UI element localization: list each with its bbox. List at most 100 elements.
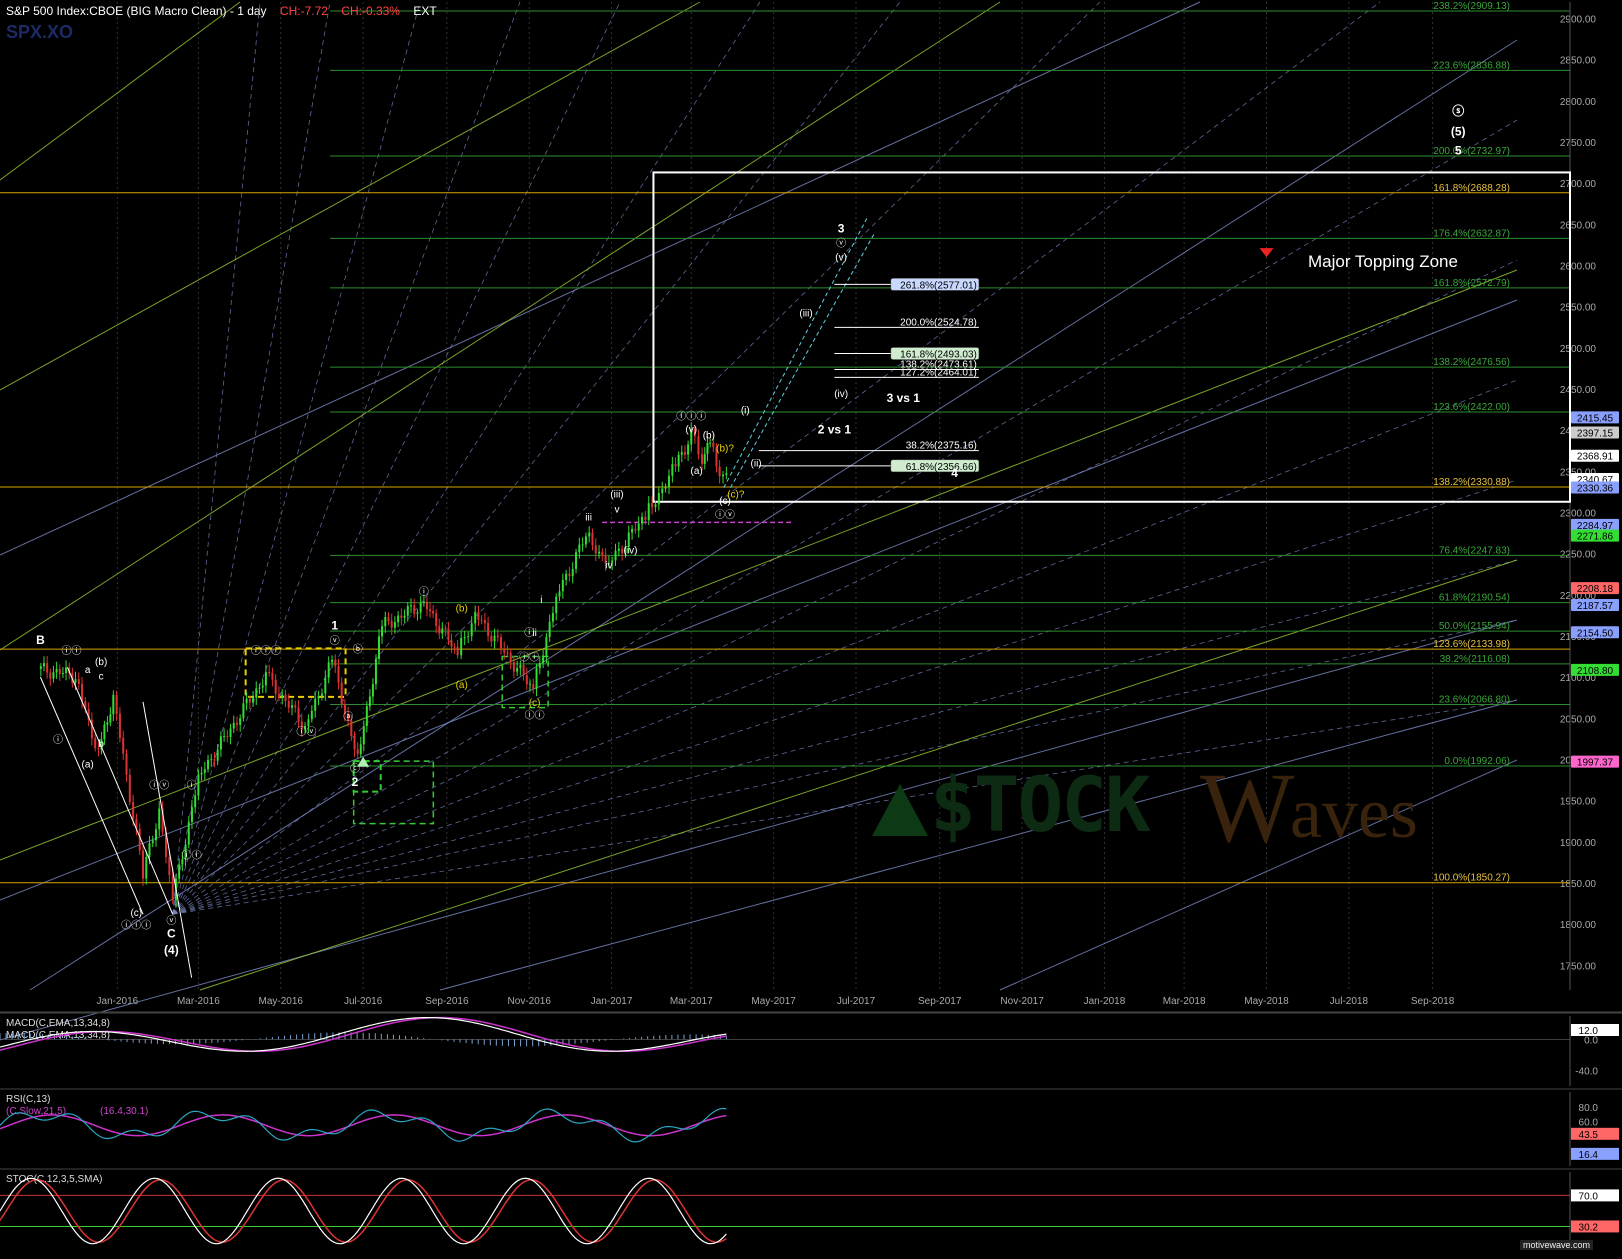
price-candle [496, 635, 499, 638]
price-candle [487, 623, 490, 636]
wave-label: ⓘⓥ [296, 726, 316, 738]
price-candle [400, 615, 403, 618]
wave-label: (5) [1451, 124, 1466, 138]
symbol-label: SPX.XO [6, 22, 74, 42]
price-candle [122, 737, 125, 754]
price-candle [151, 840, 154, 844]
price-candle [503, 648, 506, 653]
wave-label: iv [605, 560, 612, 571]
price-candle [432, 611, 435, 614]
price-candle [718, 466, 721, 477]
wave-label: (a) [82, 760, 94, 771]
projection-label: 61.8%(2356.66) [906, 462, 977, 473]
wave-label: (iv) [834, 389, 848, 400]
price-candle [393, 622, 396, 628]
trend-line-green [0, 1, 701, 391]
projection-label: 127.2%(2464.01) [900, 367, 977, 378]
price-candle [631, 528, 634, 533]
wave-label: 2 vs 1 [818, 422, 852, 436]
indicator-tick-label: 30.2 [1579, 1222, 1599, 1233]
fan-line [172, 1, 521, 915]
price-candle [203, 769, 206, 773]
price-tag-label: 2208.18 [1577, 584, 1614, 595]
price-candle [387, 617, 390, 622]
y-tick-label: 2300.00 [1560, 508, 1597, 519]
price-candle [529, 684, 532, 686]
price-candle [142, 850, 145, 879]
price-candle [397, 615, 400, 623]
price-candle [337, 666, 340, 683]
price-candle [190, 807, 193, 822]
price-candle [235, 722, 238, 725]
wave-label: ⓥ [836, 238, 846, 250]
y-tick-label: 2900.00 [1560, 14, 1597, 25]
price-candle [422, 601, 425, 603]
fib-level-label: 138.2%(2476.56) [1433, 357, 1510, 368]
price-candle [447, 628, 450, 641]
price-candle [477, 611, 480, 620]
price-candle [542, 655, 545, 664]
wave-label: ⓘⓘ [182, 849, 202, 861]
price-candle [667, 475, 670, 488]
price-candle [368, 696, 371, 707]
price-candle [362, 725, 365, 745]
price-candle [467, 636, 470, 638]
fan-line [172, 1, 621, 915]
wave-label: ⓐ [343, 711, 353, 723]
price-candle [601, 551, 604, 556]
fan-line [172, 559, 1518, 915]
wave-label: (iii) [610, 490, 623, 501]
wave-label: a [85, 665, 91, 676]
wave-label: ⓘⓘⓘ [676, 410, 706, 422]
chart-stage[interactable]: Jan-2016 Mar-2016 May-2016 Jul-2016 Sep-2016… [0, 0, 1622, 1254]
price-candle [441, 628, 444, 634]
projection-label: 38.2%(2375.16) [906, 441, 977, 452]
price-candle [317, 696, 320, 699]
price-candle [634, 528, 637, 531]
wave-label: ⓘⓥ [149, 779, 169, 791]
change-percent: CH:-0.33% [341, 4, 400, 18]
price-candle [242, 703, 245, 719]
price-candle [683, 452, 686, 455]
price-candle [551, 613, 554, 622]
projection-label: 261.8%(2577.01) [900, 280, 977, 291]
y-tick-label: 2750.00 [1560, 138, 1597, 149]
wave-label: (a) [691, 466, 703, 477]
price-candle [381, 626, 384, 637]
price-candle [371, 684, 374, 697]
wave-label: 3 vs 1 [887, 391, 921, 405]
fib-level-label: 76.4%(2247.83) [1439, 545, 1510, 556]
price-candle [106, 722, 109, 725]
price-candle [39, 666, 42, 669]
price-candle [474, 611, 477, 624]
price-candle [115, 694, 118, 714]
price-candle [252, 697, 255, 703]
price-candle [219, 736, 222, 750]
y-tick-label: 1950.00 [1560, 797, 1597, 808]
y-tick-label: 1800.00 [1560, 920, 1597, 931]
indicator-tick-label: 70.0 [1579, 1191, 1599, 1202]
chart-svg[interactable]: Jan-2016 Mar-2016 May-2016 Jul-2016 Sep-2016… [0, 0, 1622, 1254]
wave-label: ⓘ [53, 734, 63, 746]
price-candle [712, 442, 715, 448]
price-candle [210, 759, 213, 761]
price-candle [565, 573, 568, 580]
price-candle [187, 821, 190, 845]
x-tick-label: Mar-2016 [177, 996, 220, 1007]
x-tick-label: Nov-2016 [508, 996, 552, 1007]
price-candle [216, 749, 219, 761]
price-candle [43, 663, 46, 667]
price-candle [297, 707, 300, 722]
price-tag-label: 2368.91 [1577, 452, 1614, 463]
x-tick-label: Jan-2016 [97, 996, 139, 1007]
y-tick-label: 2500.00 [1560, 344, 1597, 355]
wave-label: (iii) [799, 309, 812, 320]
price-candle [112, 694, 115, 715]
y-tick-label: 2600.00 [1560, 261, 1597, 272]
y-tick-label: 1750.00 [1560, 961, 1597, 972]
price-candle [721, 474, 724, 477]
wave-label: 1 [331, 618, 338, 632]
wave-label: (c)? [727, 490, 745, 501]
price-candle [277, 693, 280, 698]
wave-label: C [167, 926, 176, 940]
